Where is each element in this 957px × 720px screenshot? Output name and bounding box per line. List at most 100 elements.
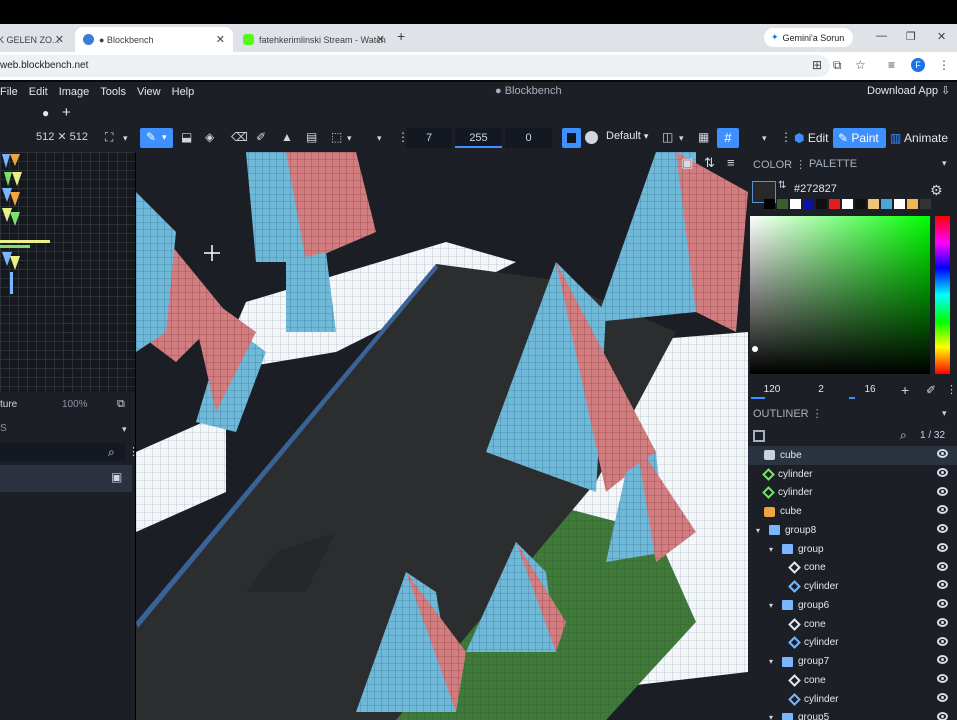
shapes-icon[interactable]: ▲ (281, 130, 293, 144)
visibility-eye-icon[interactable] (937, 655, 948, 665)
blend-mode-select[interactable]: Default ▾ (606, 130, 648, 142)
visibility-eye-icon[interactable] (937, 542, 948, 552)
project-tab[interactable]: ● (42, 106, 49, 120)
chevron-down-icon[interactable]: ▾ (377, 133, 382, 144)
visibility-eye-icon[interactable] (937, 674, 948, 683)
chevron-down-icon[interactable]: ▾ (347, 133, 352, 144)
search-icon[interactable]: ⌕ (108, 445, 115, 460)
close-icon[interactable]: ✕ (55, 33, 64, 46)
value-field[interactable]: 16 (849, 384, 891, 398)
opacity-field[interactable]: 255 (455, 128, 502, 148)
selection-icon[interactable]: ⬚ (331, 130, 342, 144)
chevron-down-icon[interactable]: ▾ (756, 526, 766, 535)
eraser-icon[interactable]: ⌫ (231, 130, 248, 144)
chevron-down-icon[interactable]: ▾ (769, 545, 779, 554)
palette-swatch[interactable] (855, 199, 866, 209)
outliner-element-row[interactable]: cylinder (748, 577, 957, 596)
outliner-element-row[interactable]: cube (748, 446, 957, 465)
outliner-group-row[interactable]: ▾ group (748, 540, 957, 559)
download-app-button[interactable]: Download App ⇩ (867, 84, 950, 97)
outliner-element-row[interactable]: cone (748, 615, 957, 634)
outliner-element-row[interactable]: cylinder (748, 690, 957, 709)
save-icon[interactable]: ▣ (111, 470, 122, 484)
gradient-icon[interactable]: ▤ (306, 130, 317, 144)
visibility-eye-icon[interactable] (937, 467, 948, 477)
checkerboard-icon[interactable]: ▦ (698, 130, 709, 144)
mode-animate-tab[interactable]: ▥ Animate (885, 128, 953, 148)
menu-help[interactable]: Help (172, 86, 195, 98)
palette-swatch[interactable] (894, 199, 905, 209)
chevron-down-icon[interactable]: ▾ (769, 601, 779, 610)
menu-view[interactable]: View (137, 86, 161, 98)
more-options-icon[interactable]: ⋮ (946, 383, 957, 396)
mirror-icon[interactable]: ◫ (662, 130, 673, 144)
chevron-down-icon[interactable]: ▾ (123, 133, 128, 144)
view-menu-icon[interactable]: ≡ (727, 155, 735, 170)
swap-colors-icon[interactable]: ⇅ (778, 180, 786, 191)
mode-edit-tab[interactable]: ⬢ Edit (789, 128, 834, 148)
add-color-icon[interactable]: + (901, 382, 909, 398)
softness-field[interactable]: 0 (505, 128, 552, 148)
url-field[interactable]: web.blockbench.net (0, 55, 830, 77)
outliner-element-row[interactable]: cylinder (748, 634, 957, 653)
browser-tab-kick[interactable]: fatehkerimlinski Stream - Watch ✕ (235, 27, 393, 52)
translate-icon[interactable]: ⊞ (812, 58, 822, 72)
palette-swatch[interactable] (790, 199, 801, 209)
3d-viewport[interactable] (136, 152, 748, 720)
texture-search-field[interactable] (0, 443, 125, 461)
outliner-group-row[interactable]: ▾ group6 (748, 596, 957, 615)
visibility-eye-icon[interactable] (937, 449, 948, 458)
menu-image[interactable]: Image (59, 86, 90, 98)
brush-tool-button[interactable]: ✎ ▾ (140, 128, 173, 148)
outliner-group-row[interactable]: ▾ group7 (748, 652, 957, 671)
chevron-down-icon[interactable]: ▾ (942, 158, 947, 169)
brush-size-field[interactable]: 7 (406, 128, 452, 148)
window-close-icon[interactable]: ✕ (937, 30, 946, 43)
outliner-element-row[interactable]: cone (748, 671, 957, 690)
reading-list-icon[interactable]: ≡ (888, 58, 895, 72)
hue-field[interactable]: 120 (751, 384, 793, 398)
stamp-icon[interactable]: ⬓ (181, 130, 192, 144)
palette-swatch[interactable] (803, 199, 814, 209)
visibility-eye-icon[interactable] (937, 561, 948, 571)
color-picker-knob[interactable] (752, 346, 758, 352)
saturation-value-picker[interactable] (750, 216, 930, 374)
visibility-eye-icon[interactable] (937, 692, 948, 702)
browser-tab-1[interactable]: K GELEN ZO... ✕ (0, 27, 72, 52)
visibility-eye-icon[interactable] (937, 617, 948, 627)
palette-swatch[interactable] (868, 199, 879, 209)
outliner-element-row[interactable]: cylinder (748, 484, 957, 503)
palette-swatch[interactable] (907, 199, 918, 209)
visibility-eye-icon[interactable] (937, 505, 948, 515)
visibility-eye-icon[interactable] (937, 711, 948, 720)
tab-palette[interactable]: PALETTE (809, 158, 857, 170)
palette-swatch[interactable] (842, 199, 853, 209)
outliner-group-row[interactable]: ▾ group5 (748, 709, 957, 720)
new-tab-button[interactable]: + (397, 28, 405, 44)
chevron-down-icon[interactable]: ▾ (769, 713, 779, 720)
fill-bucket-icon[interactable]: ◈ (205, 130, 214, 144)
palette-swatch[interactable] (777, 199, 788, 209)
chevron-down-icon[interactable]: ▾ (762, 133, 767, 144)
visibility-eye-icon[interactable] (937, 580, 948, 590)
palette-swatch[interactable] (829, 199, 840, 209)
fullscreen-icon[interactable]: ⛶ (105, 130, 113, 145)
chevron-down-icon[interactable]: ▾ (679, 133, 684, 144)
chevron-down-icon[interactable]: ▾ (769, 657, 779, 666)
minimize-icon[interactable]: — (876, 30, 887, 42)
tab-color[interactable]: COLOR ⋮ (753, 158, 806, 171)
visibility-eye-icon[interactable] (937, 599, 948, 608)
palette-swatch[interactable] (920, 199, 931, 209)
round-brush-button[interactable] (585, 131, 598, 144)
visibility-eye-icon[interactable] (937, 636, 948, 646)
saturation-field[interactable]: 2 (800, 384, 842, 398)
close-icon[interactable]: ✕ (376, 33, 385, 46)
close-icon[interactable]: ✕ (216, 33, 225, 46)
install-app-icon[interactable]: ⧉ (833, 58, 842, 73)
palette-swatch[interactable] (816, 199, 827, 209)
gear-icon[interactable]: ⚙ (930, 182, 943, 199)
visibility-eye-icon[interactable] (937, 486, 948, 496)
hex-color-value[interactable]: #272827 (794, 183, 837, 195)
gemini-button[interactable]: ✦ Gemini'a Sorun (764, 28, 853, 47)
square-brush-button[interactable] (562, 128, 581, 148)
